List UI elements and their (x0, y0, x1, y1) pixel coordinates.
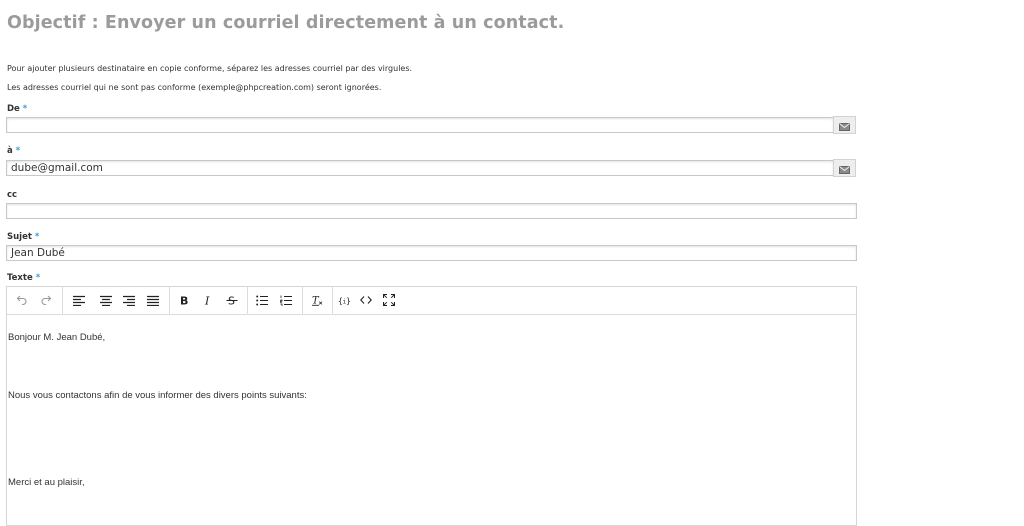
svg-text:I: I (204, 295, 210, 307)
from-label-text: De (7, 104, 20, 114)
svg-text:B: B (180, 295, 188, 307)
strikethrough-icon: S (226, 294, 238, 306)
align-right-icon (123, 295, 135, 306)
instruction-note-2: Les adresses courriel qui ne sont pas co… (7, 83, 382, 92)
align-left-icon (73, 295, 85, 306)
strikethrough-button[interactable]: S (223, 291, 241, 309)
from-field[interactable] (6, 117, 834, 133)
align-justify-icon (147, 295, 159, 306)
align-justify-button[interactable] (144, 291, 162, 309)
svg-text:}: } (346, 296, 351, 305)
clear-formatting-icon: T (311, 294, 323, 306)
bold-icon: B (178, 294, 190, 307)
redo-icon (40, 294, 52, 306)
envelope-icon (839, 116, 850, 135)
cc-label: cc (7, 190, 18, 200)
fullscreen-button[interactable] (380, 291, 398, 309)
align-center-button[interactable] (97, 291, 115, 309)
list-group (247, 287, 303, 314)
body-label-text: Texte (7, 273, 33, 283)
instruction-note-1: Pour ajouter plusieurs destinataire en c… (7, 64, 413, 73)
fullscreen-icon (383, 294, 395, 306)
redo-button[interactable] (37, 291, 55, 309)
align-center-icon (100, 295, 112, 306)
italic-icon: I (202, 294, 214, 307)
align-left-button[interactable] (70, 291, 88, 309)
to-label: à * (7, 146, 20, 156)
required-marker: * (22, 104, 28, 114)
variable-button[interactable]: {i} (335, 291, 353, 309)
bullet-list-button[interactable] (253, 291, 271, 309)
clear-formatting-button[interactable]: T (308, 291, 326, 309)
variable-icon: {i} (338, 295, 351, 306)
body-label: Texte * (7, 273, 40, 283)
clear-group: T (302, 287, 333, 314)
subject-label-text: Sujet (7, 232, 32, 242)
align-right-button[interactable] (120, 291, 138, 309)
source-code-button[interactable] (357, 291, 375, 309)
formatting-group: B I S (169, 287, 248, 314)
editor-toolbar: B I S T {i} (7, 287, 856, 315)
body-line-greeting[interactable]: Bonjour M. Jean Dubé, (8, 332, 105, 343)
body-line-closing[interactable]: Merci et au plaisir, (8, 477, 85, 488)
rich-text-editor: B I S T {i} Bonjour M. Jean Dubé, Nous… (6, 286, 857, 526)
envelope-icon (839, 159, 850, 178)
history-group (7, 287, 63, 314)
italic-button[interactable]: I (199, 291, 217, 309)
subject-field[interactable]: Jean Dubé (6, 245, 857, 261)
to-contact-button[interactable] (833, 159, 856, 177)
bullet-list-icon (256, 295, 268, 306)
bold-button[interactable]: B (175, 291, 193, 309)
from-contact-button[interactable] (833, 116, 856, 134)
svg-text:T: T (312, 296, 320, 307)
alignment-group (62, 287, 170, 314)
required-marker: * (34, 232, 40, 242)
subject-label: Sujet * (7, 232, 39, 242)
numbered-list-button[interactable] (277, 291, 295, 309)
undo-button[interactable] (13, 291, 31, 309)
cc-field[interactable] (6, 203, 857, 219)
from-label: De * (7, 104, 27, 114)
required-marker: * (35, 273, 41, 283)
undo-icon (16, 294, 28, 306)
to-label-text: à (7, 146, 13, 156)
numbered-list-icon (280, 295, 292, 306)
required-marker: * (15, 146, 21, 156)
body-line-intro[interactable]: Nous vous contactons afin de vous inform… (8, 390, 307, 401)
source-code-icon (360, 295, 372, 305)
page-title: Objectif : Envoyer un courriel directeme… (7, 13, 565, 33)
to-field[interactable]: dube@gmail.com (6, 160, 834, 176)
